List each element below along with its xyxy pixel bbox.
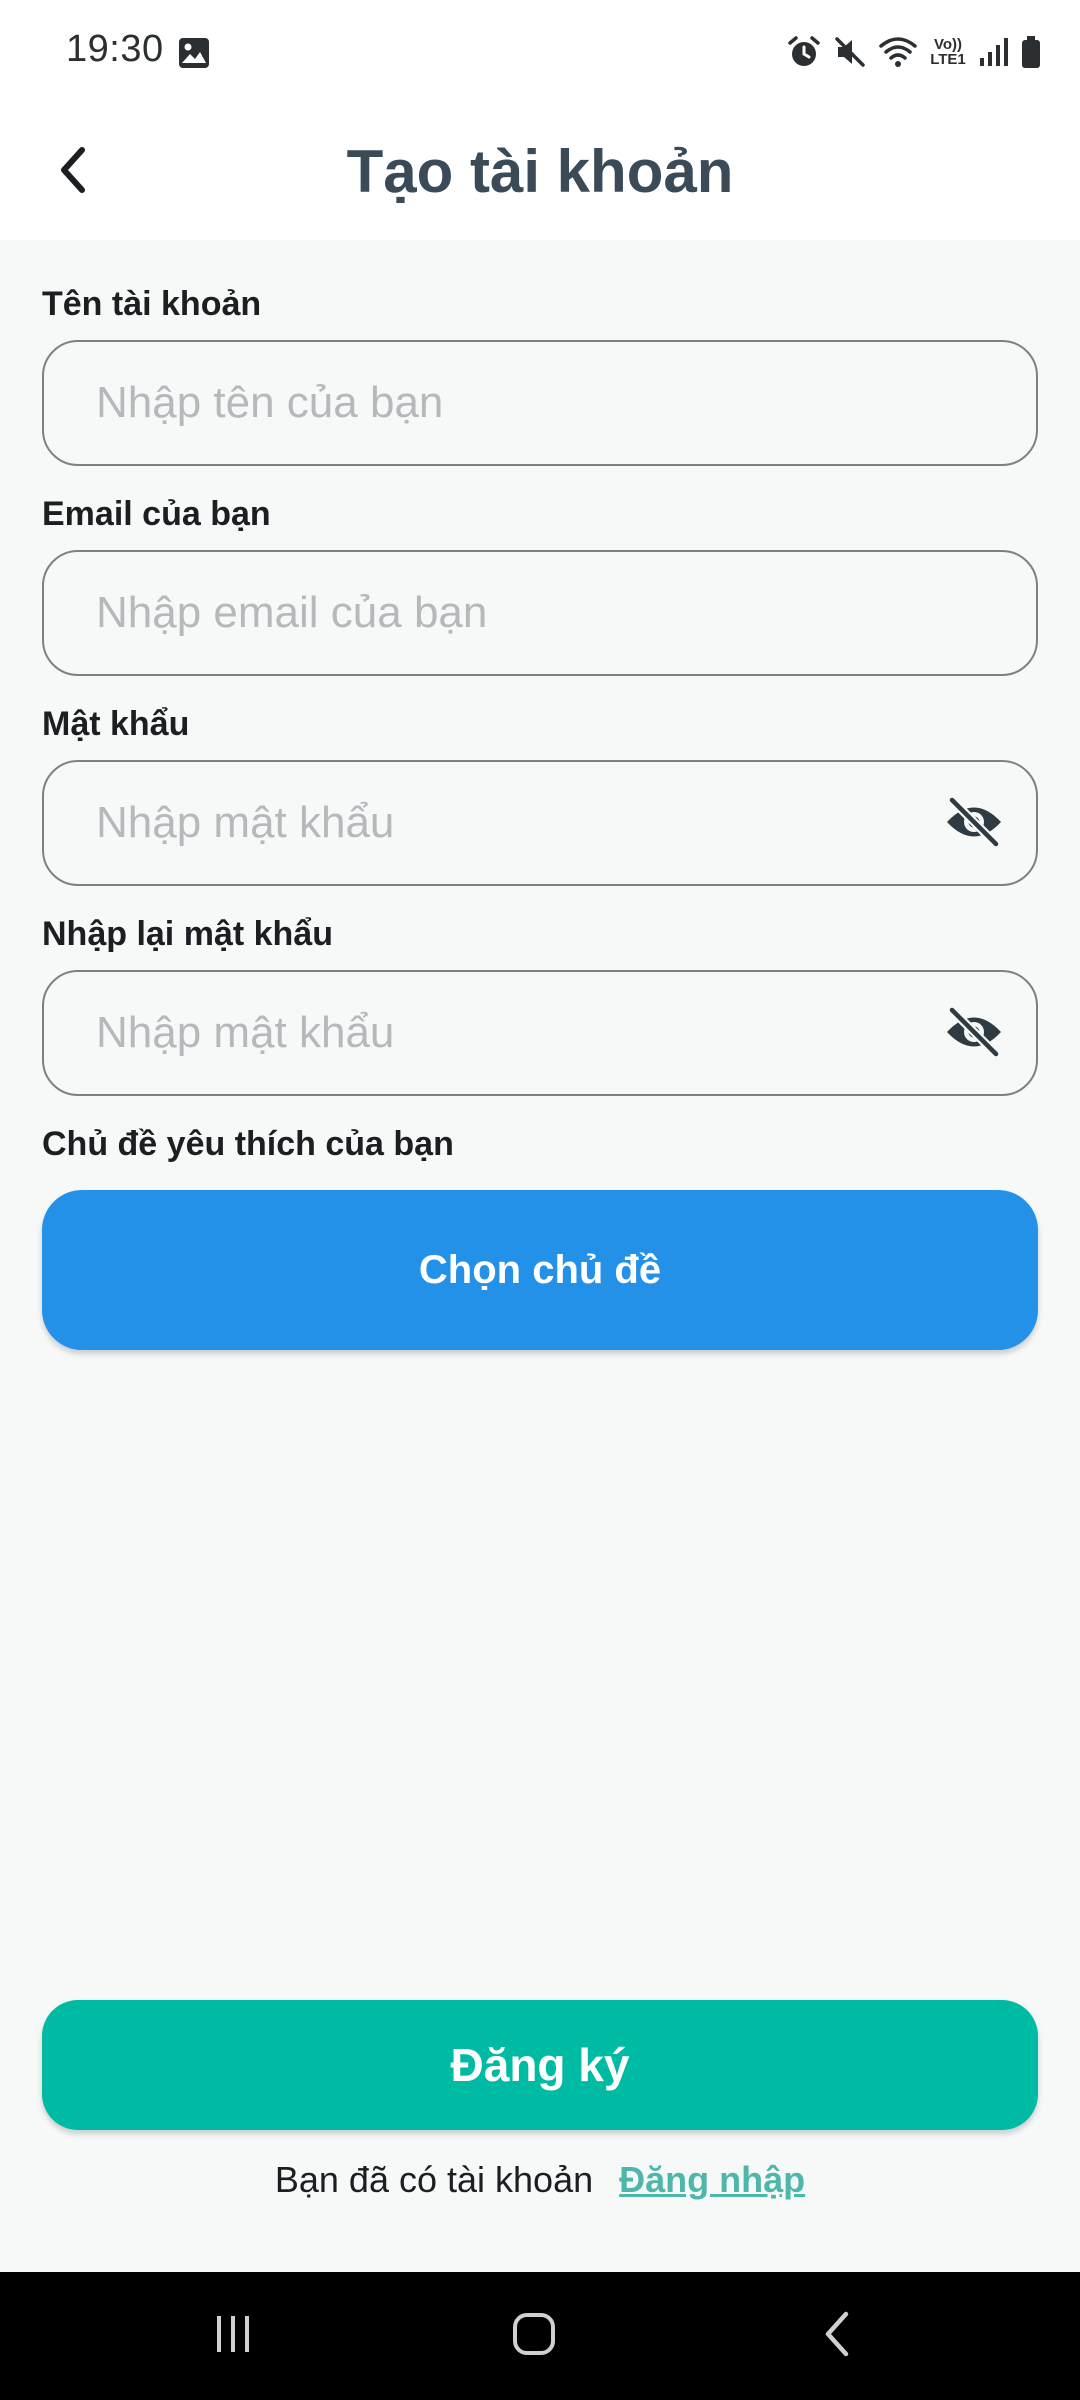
confirm-password-input[interactable] [94,972,944,1093]
page-title: Tạo tài khoản [346,138,734,205]
confirm-password-field [42,970,1038,1096]
password-input[interactable] [94,762,944,883]
topics-label: Chủ đề yêu thích của bạn [42,1125,454,1163]
volte-indicator: Vo)) LTE1 [928,37,968,67]
wifi-icon [878,34,918,70]
recent-apps-icon [211,2312,255,2361]
recent-apps-button[interactable] [183,2296,283,2376]
gallery-icon [177,36,211,70]
volte-label-bottom: LTE1 [930,51,966,68]
choose-topic-button[interactable]: Chọn chủ đề [42,1190,1038,1350]
home-button[interactable] [484,2296,584,2376]
password-field [42,760,1038,886]
system-nav-bar [0,2272,1080,2400]
home-icon [511,2311,557,2362]
app-bar: Tạo tài khoản [0,104,1080,240]
email-label: Email của bạn [42,495,271,533]
system-back-button[interactable] [788,2296,888,2376]
password-visibility-toggle[interactable] [942,792,1006,856]
confirm-password-label: Nhập lại mật khẩu [42,915,333,953]
email-field [42,550,1038,676]
eye-off-icon [944,795,1004,852]
password-label: Mật khẩu [42,705,190,743]
eye-off-icon [944,1005,1004,1062]
email-input[interactable] [94,552,944,673]
mute-icon [832,34,868,70]
status-time: 19:30 [66,28,164,70]
signal-icon [978,34,1010,70]
confirm-password-visibility-toggle[interactable] [942,1002,1006,1066]
have-account-text: Bạn đã có tài khoản [274,2159,594,2200]
status-bar: 19:30 Vo)) LTE1 [0,0,1080,104]
battery-icon [1020,34,1042,70]
login-link[interactable]: Đăng nhập [619,2159,805,2200]
username-input[interactable] [94,342,944,463]
status-icons: Vo)) LTE1 [786,30,1042,74]
login-prompt: Bạn đã có tài khoản Đăng nhập [0,2152,1080,2208]
username-field [42,340,1038,466]
alarm-icon [786,34,822,70]
username-label: Tên tài khoản [42,285,262,323]
register-button[interactable]: Đăng ký [42,2000,1038,2130]
back-icon [820,2309,856,2364]
